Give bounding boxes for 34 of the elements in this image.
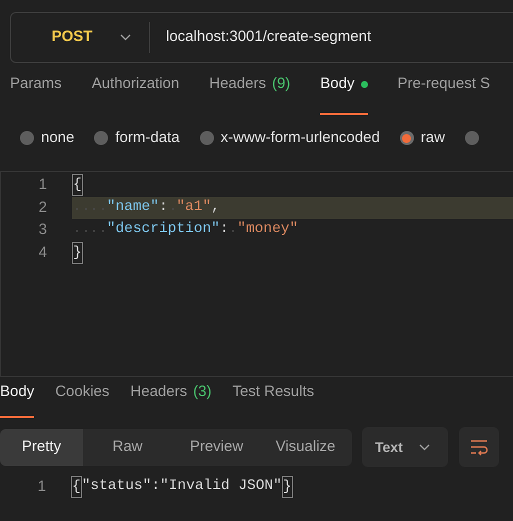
line-number: 1	[38, 175, 47, 195]
view-mode-tab[interactable]: Preview	[172, 428, 261, 466]
view-mode-tab[interactable]: Pretty	[0, 428, 83, 466]
wrap-lines-button[interactable]	[459, 427, 499, 467]
tab[interactable]: Pre-request S	[398, 63, 490, 115]
format-dropdown[interactable]: Text	[362, 427, 448, 467]
code-line: {"status":"Invalid JSON"}	[71, 476, 293, 498]
code-line: "description": "money"	[72, 219, 513, 242]
radio-button[interactable]	[464, 131, 479, 145]
url-field[interactable]: localhost:3001/create-segment	[150, 26, 372, 49]
body-type-radio[interactable]: none	[20, 126, 74, 150]
line-number: 4	[38, 242, 47, 262]
tab[interactable]: Test Results	[232, 377, 314, 418]
tab[interactable]: Params	[10, 63, 62, 115]
line-number: 1	[36, 476, 46, 497]
tab[interactable]: Body	[0, 377, 34, 418]
body-type-radio[interactable]: x-www-form-urlencoded	[200, 126, 380, 150]
body-type-radio[interactable]: form-data	[94, 126, 180, 150]
chevron-down-icon	[419, 444, 430, 450]
chevron-down-icon	[120, 34, 131, 41]
line-number: 2	[38, 198, 47, 218]
code-line: {	[72, 174, 513, 196]
line-number: 3	[38, 220, 47, 240]
tab[interactable]: Body	[320, 63, 368, 115]
tab[interactable]: Headers (3)	[130, 377, 212, 418]
tab[interactable]: Headers (9)	[209, 63, 290, 115]
code-line: }	[72, 242, 513, 264]
view-mode-tab[interactable]: Visualize	[261, 428, 350, 466]
wrap-lines-icon	[469, 438, 489, 456]
tab[interactable]: Authorization	[92, 63, 180, 115]
tab[interactable]: Cookies	[55, 377, 110, 418]
method-dropdown[interactable]: POST	[11, 13, 149, 62]
body-type-radio[interactable]: raw	[400, 126, 445, 150]
view-mode-tab[interactable]: Raw	[83, 428, 172, 466]
